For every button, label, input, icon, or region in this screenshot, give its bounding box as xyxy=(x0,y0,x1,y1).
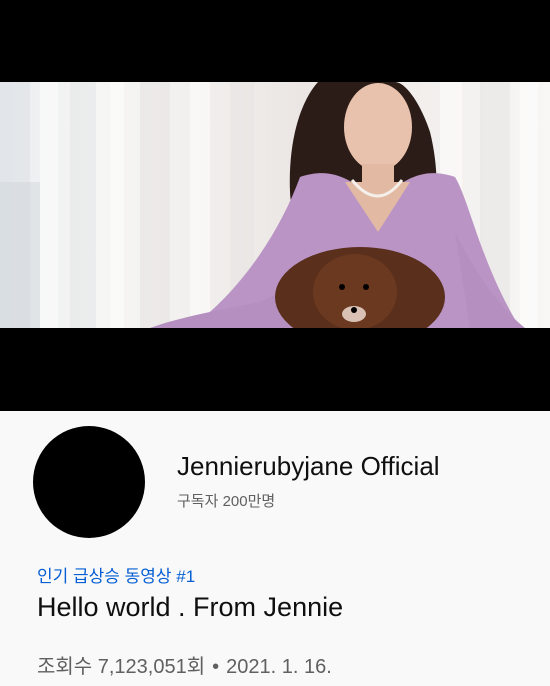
subscriber-count: 구독자 200만명 xyxy=(177,493,276,510)
video-thumbnail xyxy=(0,82,538,328)
channel-avatar[interactable] xyxy=(33,426,145,538)
meta-separator: • xyxy=(212,656,220,678)
video-meta: 조회수 7,123,051회 • 2021. 1. 16. xyxy=(37,650,332,679)
video-frame[interactable] xyxy=(0,82,550,328)
view-count: 조회수 7,123,051회 xyxy=(37,656,206,678)
upload-date: 2021. 1. 16. xyxy=(226,656,332,678)
trending-badge[interactable]: 인기 급상승 동영상 #1 xyxy=(37,562,195,587)
video-player[interactable] xyxy=(0,0,550,411)
channel-name[interactable]: Jennierubyjane Official xyxy=(177,451,440,482)
video-title: Hello world . From Jennie xyxy=(37,592,344,622)
